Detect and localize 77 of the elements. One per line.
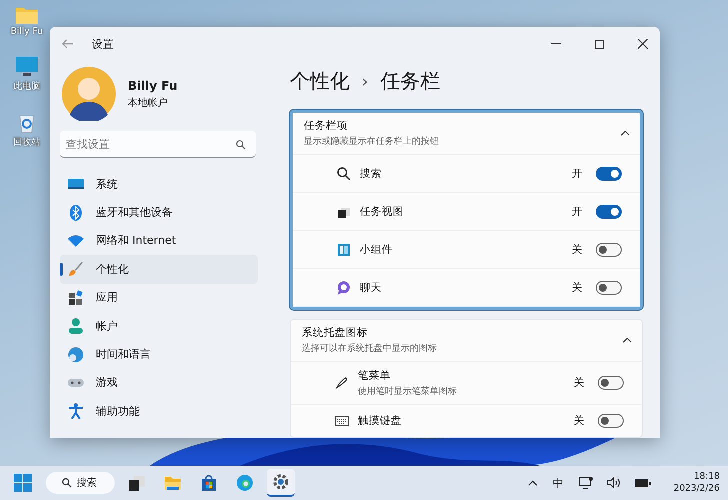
keyboard-icon: [335, 414, 349, 428]
browser-icon: [236, 474, 254, 492]
minimize-icon[interactable]: [551, 43, 561, 45]
search-icon: [236, 140, 246, 150]
input-method-indicator[interactable]: 中: [552, 476, 564, 490]
toggle-switch[interactable]: [596, 280, 622, 294]
caret-up-icon[interactable]: [528, 480, 538, 486]
apps-icon: [68, 290, 84, 306]
clock-time[interactable]: 18:18: [694, 472, 720, 482]
close-icon[interactable]: [638, 39, 648, 49]
pen-icon: [335, 376, 349, 390]
search-icon: [337, 166, 351, 180]
toggle-switch[interactable]: [596, 242, 622, 256]
toggle-switch[interactable]: [598, 376, 624, 390]
toggle-state-label: 关: [574, 376, 585, 390]
nav-item[interactable]: 时间和语言: [60, 340, 258, 369]
search-field[interactable]: 查找设置: [60, 131, 256, 158]
nav-item[interactable]: 游戏: [60, 368, 258, 398]
toggle-switch[interactable]: [596, 166, 622, 180]
maximize-icon[interactable]: [595, 40, 604, 48]
search-icon: [62, 478, 72, 488]
setting-label: 小组件: [360, 242, 394, 256]
section-header[interactable]: 任务栏项 显示或隐藏显示在任务栏上的按钮: [293, 113, 640, 155]
chevron-icon[interactable]: [623, 338, 632, 343]
section-title: 系统托盘图标: [302, 326, 369, 340]
setting-label: 任务视图: [360, 204, 405, 218]
start-icon[interactable]: [14, 474, 32, 492]
section-subtitle: 选择可以在系统托盘中显示的图标: [302, 342, 438, 355]
section-title: 任务栏项: [304, 119, 349, 133]
toggle-switch[interactable]: [598, 414, 624, 428]
setting-label: 聊天: [360, 280, 383, 294]
speaker-icon[interactable]: [606, 477, 621, 489]
nav-item[interactable]: 应用: [60, 284, 258, 312]
taskbar-search-button[interactable]: 搜索: [46, 472, 115, 494]
user-name: Billy Fu: [128, 78, 178, 92]
setting-label: 触摸键盘: [358, 414, 403, 428]
bluetooth-icon: [68, 204, 84, 221]
brush-icon: [68, 261, 84, 278]
task-view-icon: [128, 474, 146, 492]
nav-item[interactable]: 个性化: [60, 255, 258, 284]
setting-description: 使用笔时显示笔菜单图标: [358, 386, 458, 398]
store-icon: [200, 474, 218, 492]
chat-icon: [337, 280, 351, 294]
taskbar-app[interactable]: [267, 469, 295, 497]
toggle-switch[interactable]: [596, 204, 622, 218]
accessibility-icon: [68, 403, 84, 420]
person-icon: [68, 318, 84, 334]
setting-label: 搜索: [360, 166, 383, 180]
nav-item[interactable]: 网络和 Internet: [60, 226, 258, 256]
battery-icon[interactable]: [634, 478, 651, 488]
breadcrumb-parent[interactable]: 个性化: [290, 68, 350, 94]
account-type: 本地帐户: [128, 96, 169, 110]
nav-item[interactable]: 系统: [60, 170, 258, 198]
chevron-icon[interactable]: [621, 131, 630, 136]
settings-icon: [272, 473, 290, 491]
window-title: 设置: [92, 36, 114, 52]
wifi-icon: [68, 232, 84, 249]
nav-item[interactable]: 帐户: [60, 312, 258, 340]
recycle-bin-icon[interactable]: [18, 113, 36, 133]
toggle-state-label: 关: [572, 280, 583, 294]
monitor-icon[interactable]: [578, 476, 593, 490]
toggle-state-label: 关: [572, 242, 583, 256]
clock-date[interactable]: 2023/2/26: [674, 484, 720, 494]
toggle-state-label: 关: [574, 414, 585, 428]
toggle-state-label: 开: [572, 166, 583, 180]
nav-item[interactable]: 蓝牙和其他设备: [60, 198, 258, 227]
setting-label: 笔菜单: [358, 368, 392, 382]
folder-icon: [164, 474, 182, 492]
avatar-icon: [62, 67, 116, 121]
globe-clock-icon: [68, 346, 84, 363]
nav-item[interactable]: 辅助功能: [60, 397, 258, 426]
section-subtitle: 显示或隐藏显示在任务栏上的按钮: [304, 136, 440, 148]
toggle-state-label: 开: [572, 204, 583, 218]
page-title: 任务栏: [380, 68, 440, 94]
breadcrumb-separator: ›: [362, 72, 368, 90]
widgets-icon: [337, 242, 351, 256]
section-header[interactable]: 系统托盘图标 选择可以在系统托盘中显示的图标: [291, 320, 642, 362]
